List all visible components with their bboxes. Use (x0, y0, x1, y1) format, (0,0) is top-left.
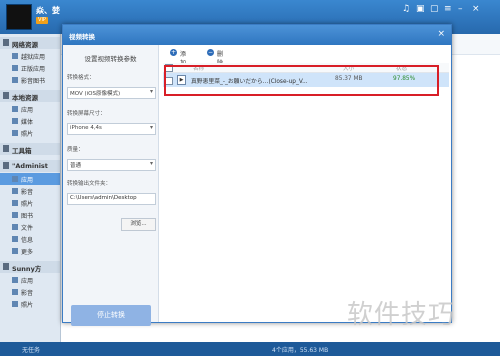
section-icon (3, 92, 9, 99)
output-folder-label: 转换输出文件夹： (67, 181, 112, 187)
close-icon[interactable]: × (437, 29, 445, 39)
vip-badge: VIP (36, 17, 48, 24)
section-icon (3, 145, 9, 152)
sidebar-section[interactable]: 本地资源 (0, 90, 60, 102)
music-icon[interactable]: ♫ (402, 4, 410, 14)
status-text: 无任务 (22, 347, 41, 354)
sidebar-item[interactable]: 越狱应用 (0, 50, 60, 62)
item-icon (12, 77, 18, 83)
status-bar: 无任务 4个应用，55.63 MB (0, 342, 500, 356)
sidebar-item-label: 图书 (21, 213, 34, 220)
sidebar-item-label: 应用 (21, 177, 34, 184)
minus-icon: − (207, 49, 214, 56)
section-icon (3, 39, 9, 46)
chat-icon[interactable]: ▢ (430, 4, 439, 14)
plus-icon: + (170, 49, 177, 56)
screen-size-label: 转换屏幕尺寸： (67, 111, 106, 117)
item-icon (12, 212, 18, 218)
quality-select[interactable]: 普通 ▾ (67, 159, 156, 171)
sidebar-item[interactable]: 媒体 (0, 115, 60, 127)
sidebar-section-label: "Administ (12, 162, 48, 170)
sidebar-item-label: 正版应用 (21, 66, 46, 73)
sidebar-item[interactable]: 应用 (0, 103, 60, 115)
section-icon (3, 263, 9, 270)
sidebar-item-label: 更多 (21, 249, 34, 256)
chevron-down-icon: ▾ (149, 124, 153, 131)
sidebar-item[interactable]: 照片 (0, 197, 60, 209)
sidebar-item[interactable]: 影音图书 (0, 74, 60, 86)
sidebar-item[interactable]: 影音 (0, 286, 60, 298)
sidebar-item[interactable]: 更多 (0, 245, 60, 257)
sidebar-section-label: 本地资源 (12, 94, 38, 102)
output-path-field[interactable]: C:\Users\admin\Desktop (67, 193, 156, 205)
close-icon[interactable]: × (472, 4, 480, 14)
sidebar-item-label: 照片 (21, 131, 34, 138)
item-icon (12, 200, 18, 206)
chevron-down-icon: ▾ (149, 88, 153, 95)
avatar[interactable] (6, 4, 32, 30)
item-icon (12, 176, 18, 182)
sidebar-item-label: 应用 (21, 278, 34, 285)
sidebar-item[interactable]: 应用 (0, 274, 60, 286)
item-icon (12, 53, 18, 59)
sidebar-item-label: 应用 (21, 107, 34, 114)
sidebar-item-label: 影音图书 (21, 78, 46, 85)
item-icon (12, 224, 18, 230)
item-icon (12, 188, 18, 194)
sidebar-section[interactable]: 网络资源 (0, 37, 60, 49)
dialog-title: 视频转换 (69, 33, 95, 41)
screen-size-select[interactable]: iPhone 4,4s ▾ (67, 123, 156, 135)
sidebar-item[interactable]: 影音 (0, 185, 60, 197)
sidebar-section-label: Sunny方 (12, 265, 42, 273)
sidebar-item-label: 文件 (21, 225, 34, 232)
item-icon (12, 130, 18, 136)
sidebar-item[interactable]: 正版应用 (0, 62, 60, 74)
sidebar-item-label: 媒体 (21, 119, 34, 126)
item-icon (12, 277, 18, 283)
browse-button[interactable]: 浏览... (121, 218, 156, 231)
highlight-box (164, 65, 439, 96)
sidebar-section[interactable]: 工具箱 (0, 143, 60, 155)
sidebar-item-label: 照片 (21, 302, 34, 309)
watermark: 软件技巧 (347, 300, 456, 330)
sidebar-item[interactable]: 照片 (0, 127, 60, 139)
format-select[interactable]: MOV (iOS原像模式) ▾ (67, 87, 156, 99)
sidebar-item-label: 影音 (21, 189, 34, 196)
item-icon (12, 248, 18, 254)
section-icon (3, 162, 9, 169)
dialog-title-bar: 视频转换 × (63, 25, 451, 45)
sidebar-item[interactable]: 文件 (0, 221, 60, 233)
item-icon (12, 106, 18, 112)
sidebar-item[interactable]: 图书 (0, 209, 60, 221)
stop-convert-button[interactable]: 停止转换 (71, 305, 151, 326)
format-label: 转换格式： (67, 75, 95, 81)
sidebar-item-label: 照片 (21, 201, 34, 208)
username[interactable]: 焱、婪 (36, 5, 60, 16)
quality-label: 质量： (67, 147, 84, 153)
sidebar-item[interactable]: 信息 (0, 233, 60, 245)
item-icon (12, 236, 18, 242)
sidebar-item[interactable]: 应用 (0, 173, 60, 185)
menu-icon[interactable]: ≡ (444, 4, 452, 14)
item-icon (12, 301, 18, 307)
sidebar-item[interactable]: 照片 (0, 298, 60, 310)
item-icon (12, 65, 18, 71)
minimize-icon[interactable]: – (458, 4, 463, 14)
panel-heading: 设置视频转换参数 (84, 55, 137, 63)
sidebar-item-label: 信息 (21, 237, 34, 244)
settings-panel: 设置视频转换参数 转换格式： MOV (iOS原像模式) ▾ 转换屏幕尺寸： iP… (63, 45, 159, 326)
status-summary: 4个应用，55.63 MB (272, 347, 329, 354)
sidebar-section-label: 网络资源 (12, 41, 38, 49)
chevron-down-icon: ▾ (149, 160, 153, 167)
sidebar-item-label: 影音 (21, 290, 34, 297)
sidebar-section-label: 工具箱 (12, 147, 32, 155)
sidebar-section[interactable]: "Administ (0, 160, 60, 172)
item-icon (12, 289, 18, 295)
item-icon (12, 118, 18, 124)
shirt-icon[interactable]: ▣ (416, 4, 425, 14)
sidebar-item-label: 越狱应用 (21, 54, 46, 61)
sidebar-section[interactable]: Sunny方 (0, 261, 60, 273)
